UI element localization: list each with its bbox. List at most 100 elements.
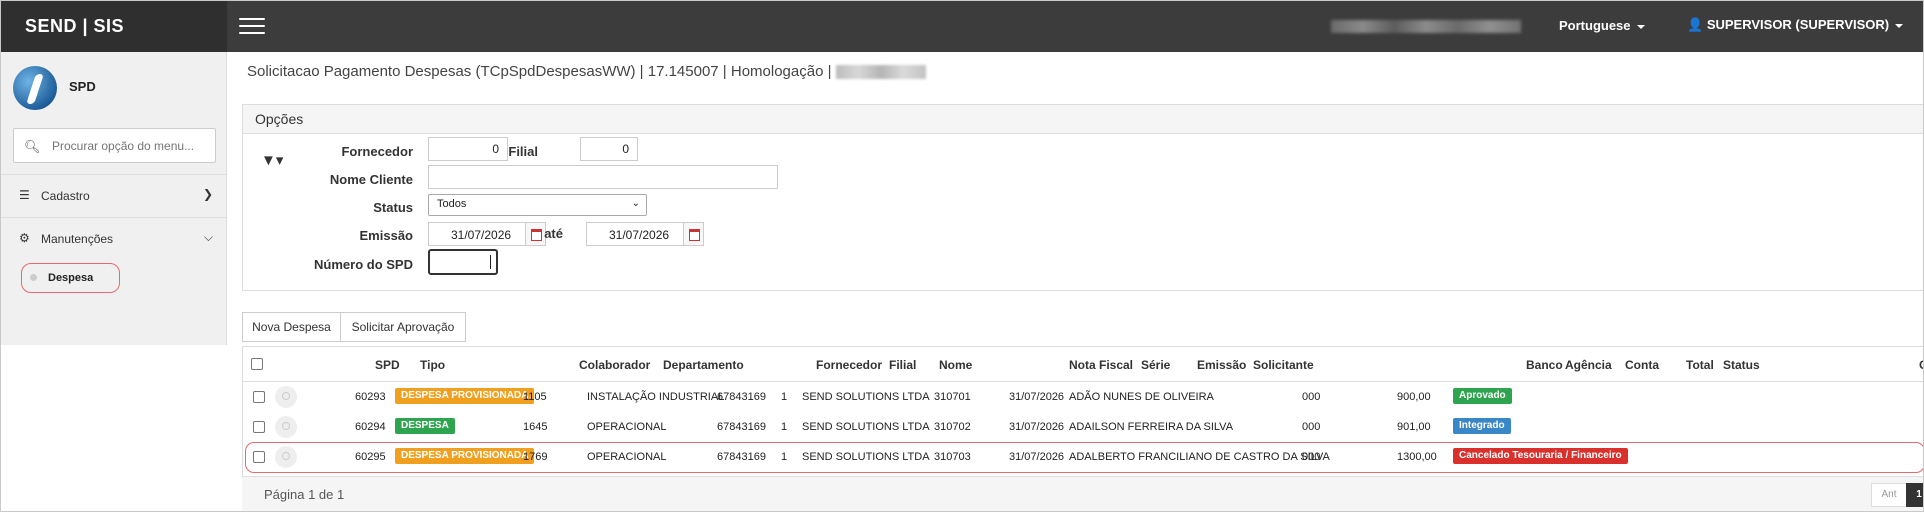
table-row[interactable]: 60295 DESPESA PROVISIONADA 1769 OPERACIO… <box>242 442 1923 472</box>
sidebar-item-label: Cadastro <box>41 189 90 203</box>
options-heading: Opções <box>243 105 1923 134</box>
menu-search[interactable]: 🔍︎ <box>13 128 216 163</box>
redacted-text <box>1331 20 1521 33</box>
sidebar: SPD 🔍︎ ☰ Cadastro ❯ ⚙ Manutenções ⌵ Desp… <box>1 52 227 511</box>
cell-departamento: OPERACIONAL <box>587 421 667 433</box>
cell-solicitante: ADALBERTO FRANCILIANO DE CASTRO DA SILVA <box>1069 451 1330 463</box>
cell-total: 1300,00 <box>1397 451 1437 463</box>
options-panel: Opções ▼▾ Fornecedor Filial Nome Cliente… <box>242 104 1923 291</box>
user-icon: 👤 <box>1687 17 1704 32</box>
cell-departamento: INSTALAÇÃO INDUSTRIAL <box>587 391 725 403</box>
prev-page-button[interactable]: Ant <box>1871 483 1907 507</box>
cell-spd: 60293 <box>355 391 386 403</box>
filial-label: Filial <box>508 144 538 159</box>
cell-fornecedor: 67843169 <box>717 451 766 463</box>
grid-footer: Página 1 de 1 Ant 1 <box>242 476 1923 511</box>
page-1-button[interactable]: 1 <box>1906 483 1923 507</box>
cell-banco: 000 <box>1302 421 1321 433</box>
text-cursor <box>490 255 491 269</box>
view-details-icon[interactable] <box>275 386 297 408</box>
status-badge: Cancelado Tesouraria / Financeiro <box>1453 448 1628 464</box>
cell-total: 900,00 <box>1397 391 1431 403</box>
cell-emissao: 31/07/2026 <box>1009 451 1065 463</box>
tipo-badge: DESPESA <box>395 418 455 434</box>
numero-spd-label: Número do SPD <box>314 257 413 272</box>
filial-input[interactable] <box>580 137 638 161</box>
status-badge: Aprovado <box>1453 388 1512 404</box>
chevron-down-icon: ⌵ <box>203 230 213 244</box>
numero-spd-input[interactable] <box>428 249 498 275</box>
cell-banco: 000 <box>1302 451 1321 463</box>
cell-nome: SEND SOLUTIONS LTDA <box>802 391 930 403</box>
calendar-icon[interactable] <box>683 223 703 245</box>
app-logo-icon <box>13 66 57 110</box>
table-row[interactable]: 60293 DESPESA PROVISIONADA 1105 INSTALAÇ… <box>242 382 1923 412</box>
cell-filial: 1 <box>781 451 788 463</box>
cell-emissao: 31/07/2026 <box>1009 391 1065 403</box>
caret-down-icon <box>1636 24 1645 29</box>
view-details-icon[interactable] <box>275 416 297 438</box>
chevron-down-icon: ⌄ <box>631 198 640 209</box>
language-label: Portuguese <box>1559 18 1631 33</box>
sidebar-item-label: Manutenções <box>41 232 114 246</box>
gears-icon: ⚙ <box>19 231 30 245</box>
cell-colaborador: 1645 <box>523 421 548 433</box>
main-content: Solicitacao Pagamento Despesas (TCpSpdDe… <box>228 52 1923 511</box>
cell-nota-fiscal: 310703 <box>934 451 971 463</box>
status-select-value: Todos <box>437 198 467 210</box>
top-bar: SEND | SIS Portuguese 👤 SUPERVISOR (SUPE… <box>1 1 1923 52</box>
emissao-to-value: 31/07/2026 <box>609 228 670 242</box>
cell-fornecedor: 67843169 <box>717 421 766 433</box>
tipo-badge: DESPESA PROVISIONADA <box>395 388 535 404</box>
cell-total: 901,00 <box>1397 421 1431 433</box>
cell-banco: 000 <box>1302 391 1321 403</box>
cell-nome: SEND SOLUTIONS LTDA <box>802 421 930 433</box>
caret-down-icon <box>1895 23 1904 28</box>
user-menu[interactable]: 👤 SUPERVISOR (SUPERVISOR) <box>1687 17 1904 33</box>
cell-fornecedor: 67843169 <box>717 391 766 403</box>
page-title-text: Solicitacao Pagamento Despesas (TCpSpdDe… <box>247 63 832 80</box>
app-name: SPD <box>69 79 96 94</box>
hamburger-menu-icon[interactable] <box>239 18 265 36</box>
emissao-to-date[interactable]: 31/07/2026 <box>586 222 704 246</box>
nome-cliente-label: Nome Cliente <box>329 172 413 187</box>
cell-emissao: 31/07/2026 <box>1009 421 1065 433</box>
page-title: Solicitacao Pagamento Despesas (TCpSpdDe… <box>247 63 926 80</box>
redacted-text <box>835 65 926 80</box>
cell-spd: 60294 <box>355 421 386 433</box>
list-icon: ☰ <box>19 188 30 202</box>
table-row[interactable]: 60294 DESPESA 1645 OPERACIONAL 67843169 … <box>242 412 1923 442</box>
sidebar-blank-area <box>1 345 227 511</box>
cell-nota-fiscal: 310701 <box>934 391 971 403</box>
status-badge: Integrado <box>1453 418 1511 434</box>
sidebar-item-manutencoes[interactable]: ⚙ Manutenções ⌵ <box>1 217 227 257</box>
cell-solicitante: ADAILSON FERREIRA DA SILVA <box>1069 421 1234 433</box>
sidebar-subitem-label: Despesa <box>48 272 94 284</box>
solicitar-aprovacao-button[interactable]: Solicitar Aprovação <box>340 312 466 342</box>
tipo-badge: DESPESA PROVISIONADA <box>395 448 535 464</box>
status-label: Status <box>373 200 413 215</box>
bullet-icon <box>30 274 37 281</box>
page-info: Página 1 de 1 <box>264 487 345 502</box>
cell-nome: SEND SOLUTIONS LTDA <box>802 451 930 463</box>
view-details-icon[interactable] <box>275 446 297 468</box>
nova-despesa-button[interactable]: Nova Despesa <box>242 312 341 342</box>
language-dropdown[interactable]: Portuguese <box>1559 18 1645 33</box>
cell-solicitante: ADÃO NUNES DE OLIVEIRA <box>1069 391 1214 403</box>
sidebar-subitem-despesa[interactable]: Despesa <box>21 263 120 293</box>
row-checkbox[interactable] <box>253 451 265 463</box>
cell-spd: 60295 <box>355 451 386 463</box>
status-select[interactable]: Todos ⌄ <box>428 194 647 216</box>
nome-cliente-input[interactable] <box>428 165 778 189</box>
cell-colaborador: 1105 <box>523 391 547 403</box>
ate-label: até <box>544 226 563 241</box>
row-checkbox[interactable] <box>253 421 265 433</box>
chevron-right-icon: ❯ <box>202 187 213 201</box>
row-checkbox[interactable] <box>253 391 265 403</box>
menu-search-input[interactable] <box>52 137 207 155</box>
cell-colaborador: 1769 <box>523 451 548 463</box>
emissao-label: Emissão <box>359 228 413 243</box>
brand-logo[interactable]: SEND | SIS <box>1 1 227 52</box>
cell-filial: 1 <box>781 391 788 403</box>
sidebar-item-cadastro[interactable]: ☰ Cadastro ❯ <box>1 174 227 214</box>
